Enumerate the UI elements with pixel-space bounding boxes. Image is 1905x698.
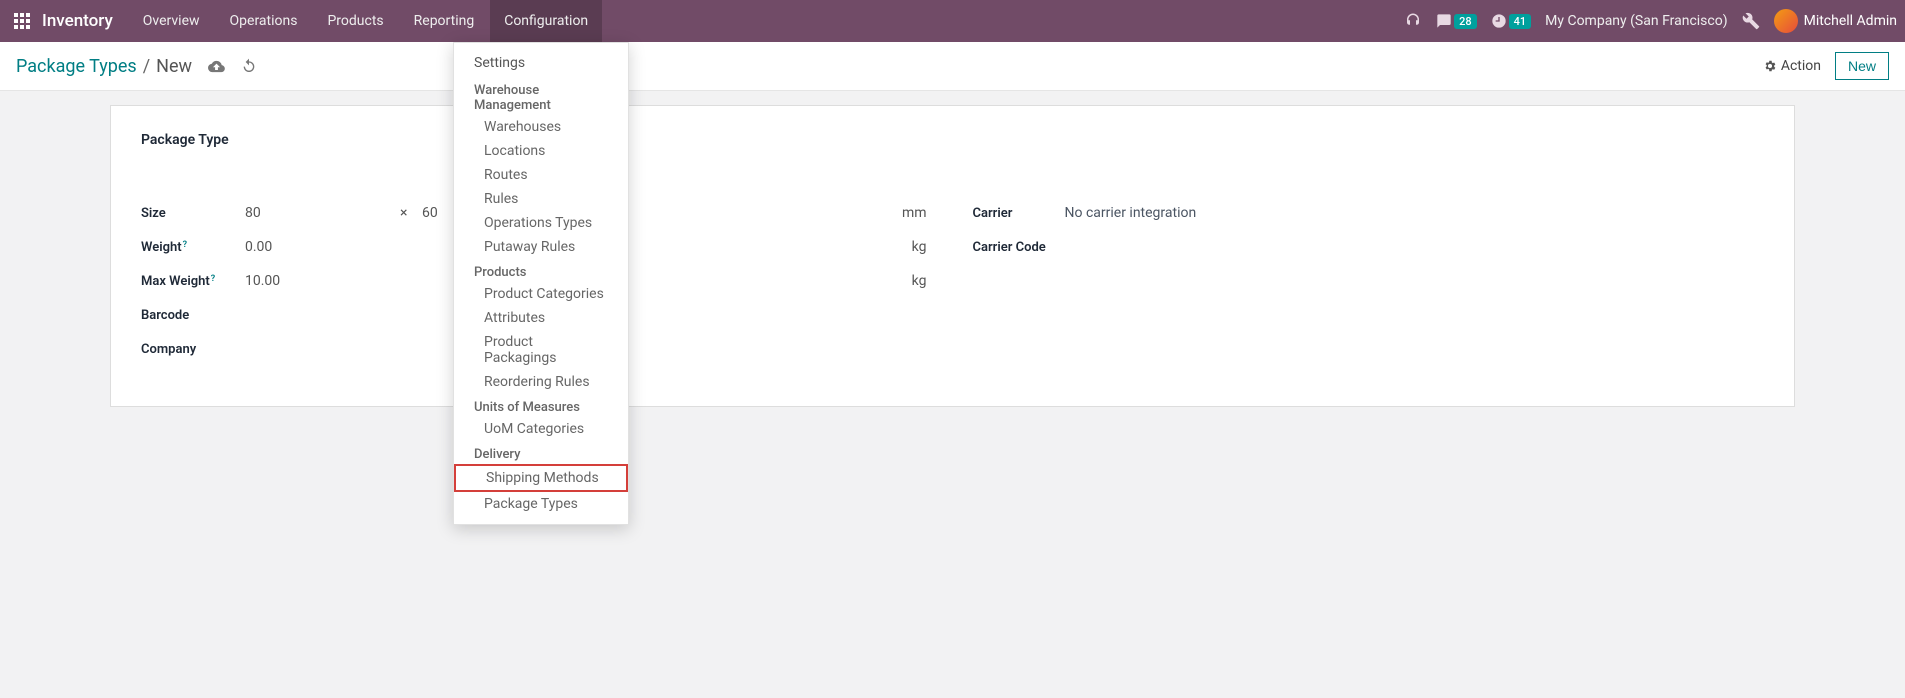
form-sheet: Package Type Size 80 × 60 mm Weight? 0.0… [110, 105, 1795, 407]
field-carrier-code: Carrier Code [973, 230, 1765, 264]
nav-overview[interactable]: Overview [129, 0, 214, 42]
breadcrumb-icons [208, 58, 257, 75]
dd-putaway-rules[interactable]: Putaway Rules [454, 235, 628, 259]
weight-value[interactable]: 0.00 [245, 239, 272, 255]
dd-package-types[interactable]: Package Types [454, 492, 628, 516]
messages-icon[interactable]: 28 [1436, 13, 1477, 29]
size-cross: × [400, 205, 422, 221]
top-navbar: Inventory Overview Operations Products R… [0, 0, 1905, 42]
col-right: Carrier No carrier integration Carrier C… [973, 196, 1765, 366]
field-carrier: Carrier No carrier integration [973, 196, 1765, 230]
save-cloud-icon[interactable] [208, 58, 225, 75]
dd-uom-categories[interactable]: UoM Categories [454, 417, 628, 441]
dd-settings[interactable]: Settings [454, 49, 628, 77]
breadcrumb: Package Types / New [16, 56, 192, 77]
maxw-unit: kg [912, 273, 933, 289]
control-right: Action New [1763, 52, 1889, 80]
form-grid: Size 80 × 60 mm Weight? 0.00 kg Max Weig… [141, 196, 1764, 366]
dd-product-packagings[interactable]: Product Packagings [454, 330, 628, 370]
dd-h-products: Products [454, 259, 628, 282]
brand[interactable]: Inventory [42, 11, 113, 31]
company-selector[interactable]: My Company (San Francisco) [1545, 13, 1727, 29]
configuration-dropdown: Settings Warehouse Management Warehouses… [453, 42, 629, 525]
dd-reordering-rules[interactable]: Reordering Rules [454, 370, 628, 394]
size-unit: mm [902, 205, 933, 221]
company-label: Company [141, 342, 245, 357]
avatar [1774, 9, 1798, 33]
dd-h-delivery: Delivery [454, 441, 628, 464]
apps-icon[interactable] [8, 7, 36, 35]
nav-right: 28 41 My Company (San Francisco) Mitchel… [1404, 9, 1897, 33]
phone-icon[interactable] [1404, 12, 1422, 30]
activities-icon[interactable]: 41 [1491, 13, 1532, 29]
dd-h-warehouse: Warehouse Management [454, 77, 628, 115]
control-bar: Package Types / New Action New [0, 42, 1905, 91]
package-type-label: Package Type [141, 132, 1764, 148]
action-menu[interactable]: Action [1763, 58, 1821, 74]
barcode-label: Barcode [141, 308, 245, 323]
dd-locations[interactable]: Locations [454, 139, 628, 163]
dd-h-uom: Units of Measures [454, 394, 628, 417]
maxw-label: Max Weight? [141, 274, 245, 289]
weight-label: Weight? [141, 240, 245, 255]
discard-icon[interactable] [241, 58, 257, 75]
nav-operations[interactable]: Operations [216, 0, 312, 42]
nav-products[interactable]: Products [313, 0, 397, 42]
carrier-label: Carrier [973, 206, 1065, 221]
activities-badge: 41 [1509, 14, 1532, 29]
content: Package Type Size 80 × 60 mm Weight? 0.0… [0, 91, 1905, 698]
size-label: Size [141, 206, 245, 221]
dd-attributes[interactable]: Attributes [454, 306, 628, 330]
size-width[interactable]: 60 [422, 205, 438, 221]
messages-badge: 28 [1454, 14, 1477, 29]
user-name: Mitchell Admin [1804, 13, 1897, 29]
nav-left: Inventory Overview Operations Products R… [8, 0, 602, 42]
user-menu[interactable]: Mitchell Admin [1774, 9, 1897, 33]
carrier-value[interactable]: No carrier integration [1065, 205, 1197, 221]
weight-unit: kg [912, 239, 933, 255]
size-length[interactable]: 80 [245, 205, 400, 221]
dd-routes[interactable]: Routes [454, 163, 628, 187]
breadcrumb-sep: / [143, 56, 150, 77]
nav-configuration[interactable]: Configuration [490, 0, 602, 42]
breadcrumb-root[interactable]: Package Types [16, 56, 137, 77]
dd-warehouses[interactable]: Warehouses [454, 115, 628, 139]
carrier-code-label: Carrier Code [973, 240, 1065, 255]
dd-product-categories[interactable]: Product Categories [454, 282, 628, 306]
dd-rules[interactable]: Rules [454, 187, 628, 211]
debug-icon[interactable] [1742, 12, 1760, 30]
breadcrumb-current: New [156, 56, 192, 77]
dd-shipping-methods[interactable]: Shipping Methods [454, 464, 628, 492]
action-label: Action [1781, 58, 1821, 74]
dd-operation-types[interactable]: Operations Types [454, 211, 628, 235]
new-button[interactable]: New [1835, 52, 1889, 80]
maxw-value[interactable]: 10.00 [245, 273, 280, 289]
nav-reporting[interactable]: Reporting [400, 0, 489, 42]
